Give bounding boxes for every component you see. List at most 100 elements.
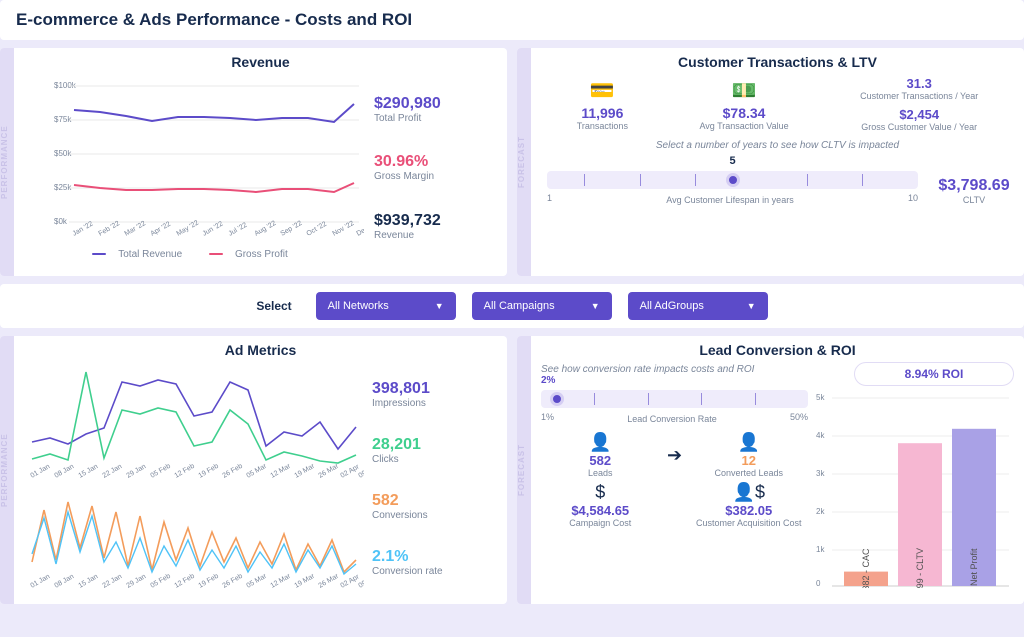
svg-text:2k: 2k	[816, 507, 825, 516]
svg-text:15 Jan: 15 Jan	[78, 463, 100, 480]
filter-label: Select	[256, 299, 291, 313]
stat-impressions: 398,801 Impressions	[372, 380, 493, 409]
svg-text:26 Mar: 26 Mar	[318, 462, 341, 479]
svg-text:22 Jan: 22 Jan	[102, 463, 124, 480]
panel-revenue: PERFORMANCE Revenue $100k $75k $50k $25k…	[0, 48, 507, 276]
svg-text:Aug '22: Aug '22	[254, 220, 278, 238]
stat-revenue: $939,732 Revenue	[374, 212, 491, 241]
stat-cltv: $3,798.69 CLTV	[934, 177, 1014, 205]
svg-text:Jan '22: Jan '22	[72, 220, 95, 237]
arrow-right-icon: ➔	[660, 445, 690, 466]
lead-title: Lead Conversion & ROI	[541, 342, 1014, 358]
revenue-chart: $100k $75k $50k $25k $0k	[24, 76, 364, 246]
svg-text:09 Apr: 09 Apr	[358, 573, 365, 590]
stat-gross-margin: 30.96% Gross Margin	[374, 153, 491, 182]
svg-text:$3,799 - CLTV: $3,799 - CLTV	[915, 548, 925, 588]
svg-text:08 Jan: 08 Jan	[54, 463, 76, 480]
panel-admetrics: PERFORMANCE Ad Metrics 01 Jan 08 Jan 15 …	[0, 336, 507, 604]
svg-text:Jun '22: Jun '22	[202, 220, 225, 237]
stat-cty-gcv: 31.3 Customer Transactions / Year $2,454…	[860, 76, 978, 132]
svg-text:4k: 4k	[816, 431, 825, 440]
svg-text:15 Jan: 15 Jan	[78, 573, 100, 590]
conversion-slider[interactable]	[541, 390, 808, 408]
svg-text:19 Feb: 19 Feb	[198, 463, 220, 480]
person-icon: 👤	[541, 432, 660, 453]
revenue-legend: Total Revenue Gross Profit	[24, 249, 364, 260]
badge-performance: PERFORMANCE	[0, 48, 14, 276]
admetrics-chart-bottom: 01 Jan 08 Jan 15 Jan 22 Jan 29 Jan 05 Fe…	[24, 482, 364, 592]
dropdown-campaigns[interactable]: All Campaigns▼	[472, 292, 612, 320]
svg-text:12 Feb: 12 Feb	[174, 463, 196, 480]
svg-text:Apr '22: Apr '22	[150, 221, 173, 238]
roi-bar-chart: 5k 4k 3k 2k 1k 0	[814, 388, 1014, 588]
svg-text:5k: 5k	[816, 393, 825, 402]
page-header: E-commerce & Ads Performance - Costs and…	[0, 0, 1024, 40]
svg-text:Jul '22: Jul '22	[228, 222, 249, 238]
dropdown-adgroups[interactable]: All AdGroups▼	[628, 292, 768, 320]
svg-text:01 Jan: 01 Jan	[30, 573, 52, 590]
svg-text:$4,181 - Net Profit: $4,181 - Net Profit	[969, 548, 979, 588]
chevron-down-icon: ▼	[435, 301, 444, 311]
svg-text:3k: 3k	[816, 469, 825, 478]
stat-campaign-cost: $ $4,584.65 Campaign Cost	[541, 482, 660, 528]
stat-transactions: 💳 11,996 Transactions	[577, 78, 628, 131]
person-check-icon: 👤	[690, 432, 809, 453]
badge-forecast: FORECAST	[517, 48, 531, 276]
svg-text:09 Apr: 09 Apr	[358, 463, 365, 480]
dollar-icon: $	[541, 482, 660, 503]
svg-text:0: 0	[816, 579, 821, 588]
svg-text:29 Jan: 29 Jan	[126, 573, 148, 590]
stat-total-profit: $290,980 Total Profit	[374, 95, 491, 124]
svg-text:19 Mar: 19 Mar	[294, 572, 317, 589]
lead-current-pct: 2%	[541, 375, 808, 386]
stat-leads: 👤 582 Leads	[541, 432, 660, 478]
svg-text:29 Jan: 29 Jan	[126, 463, 148, 480]
badge-forecast: FORECAST	[517, 336, 531, 604]
svg-text:19 Mar: 19 Mar	[294, 462, 317, 479]
page-title: E-commerce & Ads Performance - Costs and…	[16, 10, 1008, 30]
admetrics-title: Ad Metrics	[24, 342, 497, 358]
svg-text:1k: 1k	[816, 545, 825, 554]
stat-atv: 💵 $78.34 Avg Transaction Value	[699, 78, 788, 131]
chevron-down-icon: ▼	[591, 301, 600, 311]
revenue-title: Revenue	[24, 54, 497, 70]
svg-text:12 Mar: 12 Mar	[270, 462, 293, 479]
svg-text:08 Jan: 08 Jan	[54, 573, 76, 590]
svg-text:05 Mar: 05 Mar	[246, 462, 269, 479]
ltv-note: Select a number of years to see how CLTV…	[541, 140, 1014, 151]
svg-text:Oct '22: Oct '22	[306, 221, 329, 238]
ltv-title: Customer Transactions & LTV	[541, 54, 1014, 70]
svg-text:$0k: $0k	[54, 217, 68, 226]
stat-converted: 👤 12 Converted Leads	[690, 432, 809, 478]
stat-clicks: 28,201 Clicks	[372, 436, 493, 465]
svg-text:12 Feb: 12 Feb	[174, 573, 196, 590]
svg-text:01 Jan: 01 Jan	[30, 463, 52, 480]
svg-text:Nov '22: Nov '22	[332, 220, 356, 238]
svg-text:02 Apr: 02 Apr	[340, 463, 362, 480]
svg-text:26 Mar: 26 Mar	[318, 572, 341, 589]
chevron-down-icon: ▼	[747, 301, 756, 311]
money-icon: 💵	[699, 78, 788, 103]
slider-current: 5	[541, 155, 924, 167]
svg-text:Mar '22: Mar '22	[124, 220, 148, 238]
panel-ltv: FORECAST Customer Transactions & LTV 💳 1…	[517, 48, 1024, 276]
stat-cac: 👤$ $382.05 Customer Acquisition Cost	[690, 482, 809, 528]
svg-text:12 Mar: 12 Mar	[270, 572, 293, 589]
badge-performance: PERFORMANCE	[0, 336, 14, 604]
dropdown-networks[interactable]: All Networks▼	[316, 292, 456, 320]
svg-text:$382 - CAC: $382 - CAC	[861, 548, 871, 588]
svg-text:Feb '22: Feb '22	[98, 220, 122, 238]
svg-text:02 Apr: 02 Apr	[340, 573, 362, 590]
person-dollar-icon: 👤$	[690, 482, 809, 503]
lead-note: See how conversion rate impacts costs an…	[541, 364, 808, 375]
stat-conversions: 582 Conversions	[372, 492, 493, 521]
card-icon: 💳	[577, 78, 628, 103]
svg-text:05 Feb: 05 Feb	[150, 573, 172, 590]
svg-text:Dec '22: Dec '22	[356, 220, 365, 238]
svg-text:Sep '22: Sep '22	[280, 220, 304, 238]
stat-convrate: 2.1% Conversion rate	[372, 548, 493, 577]
filter-bar: Select All Networks▼ All Campaigns▼ All …	[0, 284, 1024, 328]
lifespan-slider[interactable]	[547, 171, 918, 189]
panel-lead: FORECAST Lead Conversion & ROI See how c…	[517, 336, 1024, 604]
svg-text:26 Feb: 26 Feb	[222, 573, 244, 590]
